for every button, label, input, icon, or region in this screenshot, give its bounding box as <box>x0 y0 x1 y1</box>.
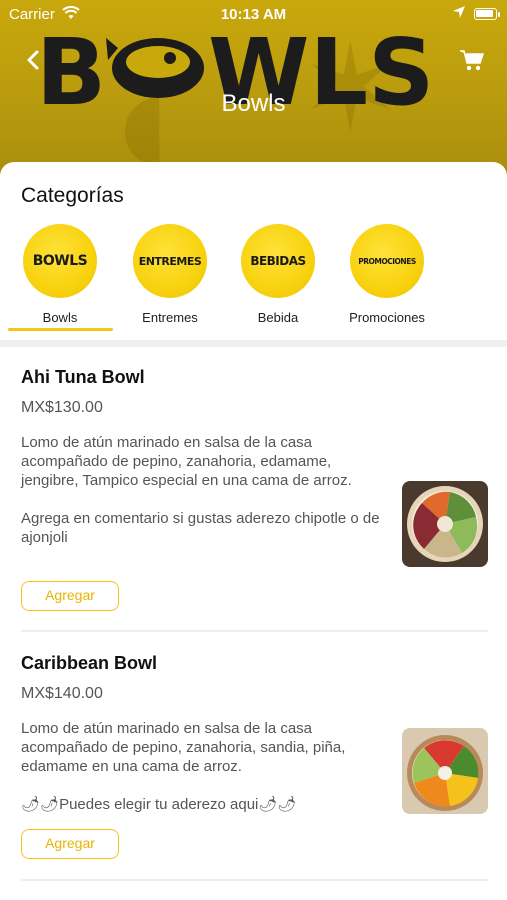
category-promociones[interactable]: PROMOCIONES Promociones <box>335 224 439 334</box>
battery-tip <box>498 12 500 17</box>
cart-icon[interactable] <box>459 48 485 72</box>
product-description: Lomo de atún marinado en salsa de la cas… <box>21 434 380 546</box>
categories-panel: Categorías BOWLS Bowls ENTREMES Entremes… <box>0 162 507 342</box>
category-badge-text: ENTREMES <box>138 254 202 268</box>
category-badge: BOWLS <box>23 224 97 298</box>
page-title: Bowls <box>221 90 286 117</box>
product-name: Ahi Tuna Bowl <box>21 367 145 387</box>
poke-bowl-image <box>402 481 488 567</box>
product-price: MX$130.00 <box>21 399 103 416</box>
category-label: Promociones <box>349 310 425 325</box>
category-label: Bebida <box>257 310 299 325</box>
category-selected-indicator <box>8 328 113 331</box>
product-image[interactable] <box>402 728 488 814</box>
add-button[interactable]: Agregar <box>21 829 119 859</box>
product-description: Lomo de atún marinado en salsa de la cas… <box>21 720 346 813</box>
product-separator <box>21 630 488 632</box>
category-label: Entremes <box>142 310 198 325</box>
section-divider <box>0 340 507 347</box>
category-label: Bowls <box>42 310 78 325</box>
product-separator <box>21 879 488 881</box>
fish-bowl-logo-mark <box>106 38 204 98</box>
category-badge: BEBIDAS <box>241 224 315 298</box>
category-bebida[interactable]: BEBIDAS Bebida <box>226 224 330 334</box>
product-name: Caribbean Bowl <box>21 653 158 673</box>
category-badge-text: BEBIDAS <box>250 254 306 268</box>
back-chevron-icon[interactable] <box>22 48 46 72</box>
category-badge-text: PROMOCIONES <box>358 256 416 266</box>
category-badge-text: BOWLS <box>32 253 88 269</box>
category-badge: PROMOCIONES <box>350 224 424 298</box>
category-badge: ENTREMES <box>133 224 207 298</box>
product-card-ahi-tuna-bowl[interactable]: Ahi Tuna Bowl MX$130.00 Lomo de atún mar… <box>0 367 507 637</box>
category-bowls[interactable]: BOWLS Bowls <box>8 224 112 334</box>
product-image[interactable] <box>402 481 488 567</box>
product-price: MX$140.00 <box>21 685 103 702</box>
caribbean-bowl-image <box>402 728 488 814</box>
category-entremes[interactable]: ENTREMES Entremes <box>118 224 222 334</box>
categories-heading: Categorías <box>21 184 124 207</box>
battery-icon <box>474 8 497 20</box>
product-card-caribbean-bowl[interactable]: Caribbean Bowl MX$140.00 Lomo de atún ma… <box>0 653 507 893</box>
add-button[interactable]: Agregar <box>21 581 119 611</box>
